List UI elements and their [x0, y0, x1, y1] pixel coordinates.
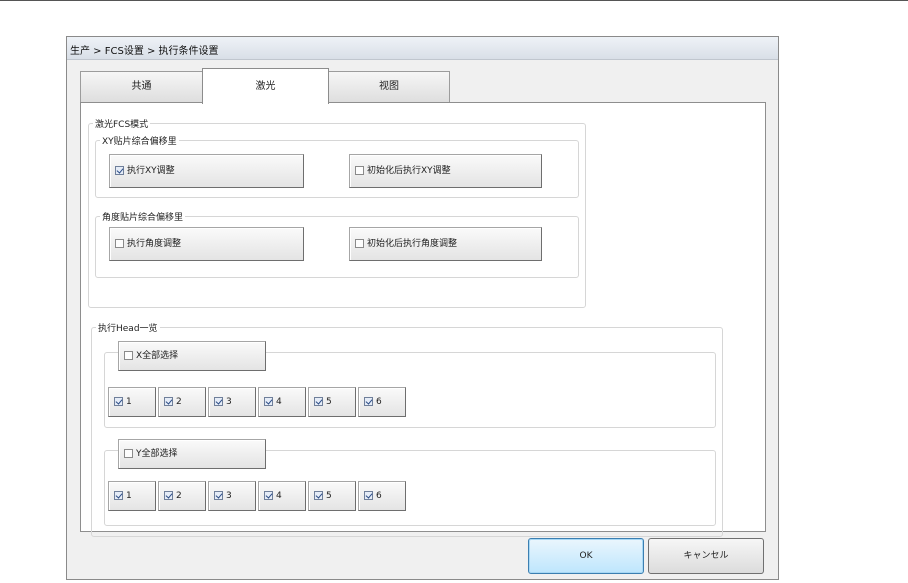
y-heads-group: Y全部选择 1 2 3 4 5 6 — [104, 439, 716, 526]
checkbox-unchecked-icon — [115, 239, 124, 248]
execution-conditions-dialog: 生产 > FCS设置 > 执行条件设置 共通 激光 视图 激光FCS模式 XY贴… — [66, 36, 779, 580]
page-top-rule — [0, 0, 908, 1]
group-label: 角度贴片综合偏移里 — [100, 210, 186, 223]
checkbox-checked-icon — [264, 397, 273, 406]
checkbox-label: 初始化后执行角度调整 — [367, 239, 458, 249]
checkbox-label: 初始化后执行XY调整 — [367, 166, 451, 176]
xy-offset-group: XY贴片综合偏移里 执行XY调整 初始化后执行XY调整 — [95, 134, 579, 198]
window-title: 生产 > FCS设置 > 执行条件设置 — [70, 46, 219, 57]
checkbox-label: 1 — [126, 397, 132, 407]
checkbox-label: 3 — [226, 491, 232, 501]
checkbox-checked-icon — [214, 491, 223, 500]
execution-head-list-group: 执行Head一览 X全部选择 1 2 3 4 5 6 Y全部选择 1 2 3 4… — [91, 321, 723, 537]
laser-tab-panel: 激光FCS模式 XY贴片综合偏移里 执行XY调整 初始化后执行XY调整 角度贴片… — [80, 102, 766, 537]
checkbox-label: 3 — [226, 397, 232, 407]
tab-common[interactable]: 共通 — [80, 71, 203, 102]
checkbox-checked-icon — [314, 491, 323, 500]
y-head-4-checkbox[interactable]: 4 — [258, 481, 306, 511]
execute-xy-adjust-checkbox[interactable]: 执行XY调整 — [109, 154, 304, 188]
checkbox-unchecked-icon — [355, 166, 364, 175]
checkbox-label: 6 — [376, 491, 382, 501]
cancel-button[interactable]: キャンセル — [648, 538, 764, 574]
checkbox-label: Y全部选择 — [136, 449, 178, 459]
y-head-6-checkbox[interactable]: 6 — [358, 481, 406, 511]
checkbox-label: 2 — [176, 491, 182, 501]
checkbox-checked-icon — [264, 491, 273, 500]
tab-label: 共通 — [131, 81, 152, 92]
checkbox-label: 2 — [176, 397, 182, 407]
button-label: OK — [579, 551, 593, 561]
y-head-3-checkbox[interactable]: 3 — [208, 481, 256, 511]
checkbox-label: 1 — [126, 491, 132, 501]
ok-button[interactable]: OK — [528, 538, 644, 574]
after-init-angle-adjust-checkbox[interactable]: 初始化后执行角度调整 — [349, 227, 542, 261]
execute-angle-adjust-checkbox[interactable]: 执行角度调整 — [109, 227, 304, 261]
laser-fcs-mode-group: 激光FCS模式 XY贴片综合偏移里 执行XY调整 初始化后执行XY调整 角度贴片… — [88, 117, 586, 308]
y-head-2-checkbox[interactable]: 2 — [158, 481, 206, 511]
checkbox-label: 4 — [276, 397, 282, 407]
checkbox-unchecked-icon — [124, 449, 133, 458]
x-head-2-checkbox[interactable]: 2 — [158, 387, 206, 417]
checkbox-checked-icon — [164, 491, 173, 500]
checkbox-checked-icon — [364, 397, 373, 406]
angle-offset-group: 角度贴片综合偏移里 执行角度调整 初始化后执行角度调整 — [95, 210, 579, 278]
x-head-3-checkbox[interactable]: 3 — [208, 387, 256, 417]
tab-laser[interactable]: 激光 — [202, 68, 329, 104]
x-head-6-checkbox[interactable]: 6 — [358, 387, 406, 417]
x-head-1-checkbox[interactable]: 1 — [108, 387, 156, 417]
checkbox-checked-icon — [364, 491, 373, 500]
y-head-1-checkbox[interactable]: 1 — [108, 481, 156, 511]
x-head-5-checkbox[interactable]: 5 — [308, 387, 356, 417]
checkbox-label: 5 — [326, 397, 332, 407]
checkbox-label: 4 — [276, 491, 282, 501]
checkbox-label: X全部选择 — [136, 351, 179, 361]
group-label: 激光FCS模式 — [93, 117, 151, 130]
x-select-all-checkbox[interactable]: X全部选择 — [118, 341, 266, 371]
tab-label: 视图 — [379, 81, 399, 92]
checkbox-checked-icon — [114, 397, 123, 406]
group-label: 执行Head一览 — [96, 321, 160, 334]
tab-view[interactable]: 视图 — [328, 71, 450, 102]
checkbox-checked-icon — [164, 397, 173, 406]
checkbox-checked-icon — [115, 166, 124, 175]
checkbox-label: 6 — [376, 397, 382, 407]
tab-label: 激光 — [255, 81, 276, 92]
title-bar: 生产 > FCS设置 > 执行条件设置 — [67, 37, 778, 60]
checkbox-unchecked-icon — [124, 351, 133, 360]
y-head-5-checkbox[interactable]: 5 — [308, 481, 356, 511]
checkbox-unchecked-icon — [355, 239, 364, 248]
checkbox-label: 5 — [326, 491, 332, 501]
checkbox-label: 执行角度调整 — [127, 239, 182, 249]
x-head-4-checkbox[interactable]: 4 — [258, 387, 306, 417]
button-label: キャンセル — [683, 551, 729, 561]
checkbox-checked-icon — [114, 491, 123, 500]
y-select-all-checkbox[interactable]: Y全部选择 — [118, 439, 266, 469]
checkbox-checked-icon — [214, 397, 223, 406]
checkbox-checked-icon — [314, 397, 323, 406]
checkbox-label: 执行XY调整 — [127, 166, 175, 176]
group-label: XY贴片综合偏移里 — [100, 134, 179, 147]
x-heads-group: X全部选择 1 2 3 4 5 6 — [104, 341, 716, 428]
after-init-xy-adjust-checkbox[interactable]: 初始化后执行XY调整 — [349, 154, 542, 188]
